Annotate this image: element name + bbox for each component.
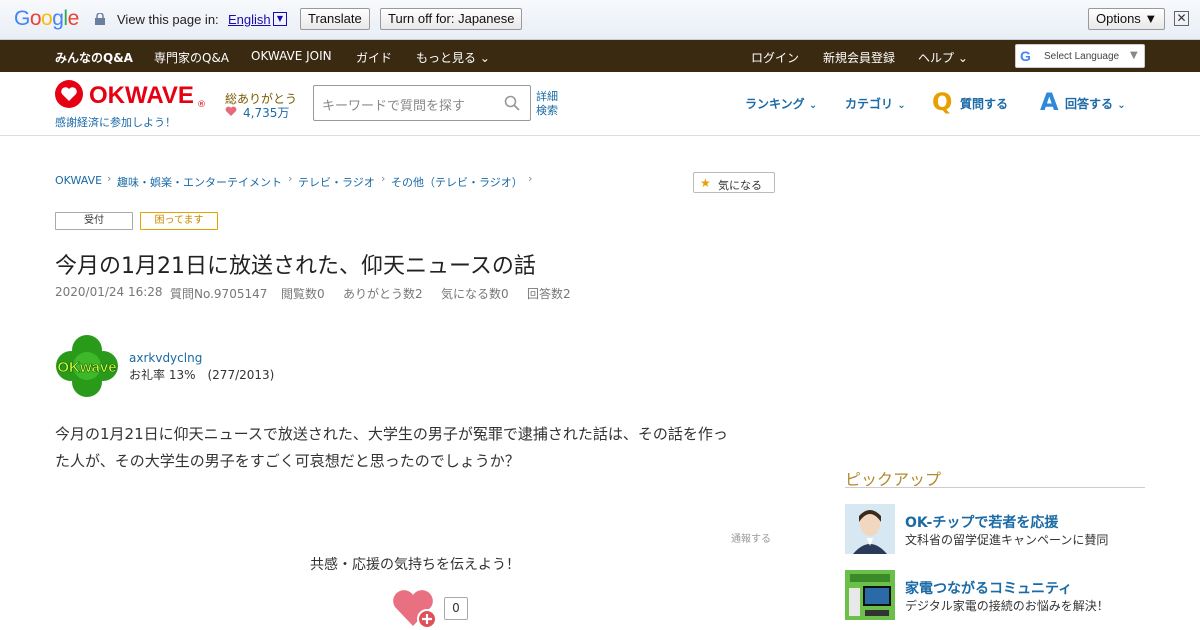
language-dropdown-icon[interactable]: ▼ [273,12,287,26]
ranking-label: ランキング [745,97,805,111]
pickup-divider [845,487,1145,488]
site-header: OKWAVE ® 感謝経済に参加しよう！ 総ありがとう 4,735万 キーワード… [0,72,1200,136]
pickup-title[interactable]: OK-チップで若者を応援 [905,512,1058,532]
status-badge: 受付 [55,212,133,230]
question-body-line: た人が、その大学生の男子をすごく可哀想だと思ったのでしょうか？ [55,452,520,470]
question-date: 2020/01/24 16:28 [55,285,163,299]
view-page-label: View this page in: [117,12,219,27]
star-icon: ★ [700,176,711,190]
translate-button[interactable]: Translate [300,8,370,30]
advanced-search-link[interactable]: 詳細 検索 [536,90,558,118]
options-button[interactable]: Options ▼ [1088,8,1166,30]
question-q-icon: Q [932,88,953,116]
advanced-search-line1: 詳細 [536,90,558,103]
breadcrumb-other[interactable]: その他（テレビ・ラジオ） [391,174,523,190]
answer-count: 回答数2 [527,287,571,301]
support-heart-icon[interactable] [391,586,439,630]
pickup-desc: デジタル家電の接続のお悩みを解決！ [905,599,1109,613]
nav-guide[interactable]: ガイド [356,49,392,66]
logo-text: OKWAVE [89,82,194,109]
category-label: カテゴリ [845,97,894,111]
advanced-search-line2: 検索 [536,104,558,117]
nav-register[interactable]: 新規会員登録 [823,49,895,66]
top-nav: みんなのQ&A 専門家のQ&A OKWAVE JOIN ガイド もっと見る ⌄ … [0,40,1200,72]
pickup-thumbnail-appliance[interactable] [845,570,895,620]
select-language-label: Select Language [1044,51,1120,62]
pickup-desc: 文科省の留学促進キャンペーンに賛同 [905,533,1109,547]
thanks-count-meta: ありがとう数2 [343,287,423,301]
select-language-dropdown[interactable]: G Select Language ▼ [1015,44,1145,68]
follow-count: 気になる数0 [441,287,509,301]
nav-expert-qa[interactable]: 専門家のQ&A [154,49,229,66]
ranking-menu[interactable]: ランキング ⌄ [745,95,817,112]
trouble-badge: 困ってます [140,212,218,230]
avatar-text: OKwave [57,359,116,376]
user-name[interactable]: axrkvdyclng [129,351,202,365]
pickup-thumbnail-student[interactable] [845,504,895,554]
view-count: 閲覧数0 [281,287,325,301]
svg-text:®: ® [197,100,206,110]
user-rate: お礼率 13% (277/2013) [129,368,275,382]
question-body: 今月の1月21日に仰天ニュースで放送された、大学生の男子が冤罪で逮捕された話は、… [55,421,775,475]
support-count: 0 [444,597,468,620]
close-icon[interactable]: ✕ [1174,11,1189,26]
nav-help[interactable]: ヘルプ ⌄ [918,49,968,66]
support-text: 共感・応援の気持ちを伝えよう！ [310,557,520,573]
nav-more[interactable]: もっと見る ⌄ [416,49,490,66]
report-link[interactable]: 通報する [731,530,771,545]
breadcrumb-okwave[interactable]: OKWAVE [55,174,102,187]
avatar[interactable]: OKwave [55,334,119,398]
pickup-title[interactable]: 家電つながるコミュニティ [905,578,1072,598]
google-logo: Google [14,7,79,30]
chevron-down-icon: ▼ [1130,50,1138,61]
category-menu[interactable]: カテゴリ ⌄ [845,95,906,112]
question-number: 質問No.9705147 [170,287,268,301]
turn-off-button[interactable]: Turn off for: Japanese [380,8,523,30]
search-input[interactable]: キーワードで質問を探す [313,85,531,121]
thanks-count: 4,735万 [243,106,290,120]
breadcrumb-separator: › [288,172,293,185]
nav-login[interactable]: ログイン [751,49,799,66]
answer-label: 回答する [1065,97,1114,111]
search-icon[interactable] [504,95,520,111]
okwave-logo[interactable]: OKWAVE ® [55,80,215,110]
search-placeholder: キーワードで質問を探す [322,99,466,114]
nav-more-label: もっと見る [416,51,477,65]
heart-icon [225,106,237,116]
breadcrumb-separator: › [107,172,112,185]
lock-icon [95,13,105,25]
language-link[interactable]: English [228,12,271,27]
ask-question-link[interactable]: 質問する [960,95,1008,112]
answer-menu[interactable]: 回答する ⌄ [1065,95,1126,112]
breadcrumb-separator: › [381,172,386,185]
nav-minna-qa[interactable]: みんなのQ&A [55,49,133,66]
logo-tagline[interactable]: 感謝経済に参加しよう！ [55,114,176,130]
question-body-line: 今月の1月21日に仰天ニュースで放送された、大学生の男子が冤罪で逮捕された話は、… [55,425,728,443]
follow-button[interactable]: ★ 気になる [693,172,775,193]
nav-help-label: ヘルプ [918,51,955,65]
breadcrumb-tv-radio[interactable]: テレビ・ラジオ [298,174,375,190]
nav-okwave-join[interactable]: OKWAVE JOIN [251,49,332,63]
question-title: 今月の1月21日に放送された、仰天ニュースの話 [55,254,536,279]
answer-a-icon: A [1040,88,1059,116]
breadcrumb-hobby[interactable]: 趣味・娯楽・エンターテイメント [117,174,282,190]
follow-label: 気になる [718,179,762,192]
breadcrumb-separator: › [528,172,533,185]
translate-bar: Google View this page in: English ▼ Tran… [0,0,1200,40]
google-g-icon: G [1020,48,1031,64]
